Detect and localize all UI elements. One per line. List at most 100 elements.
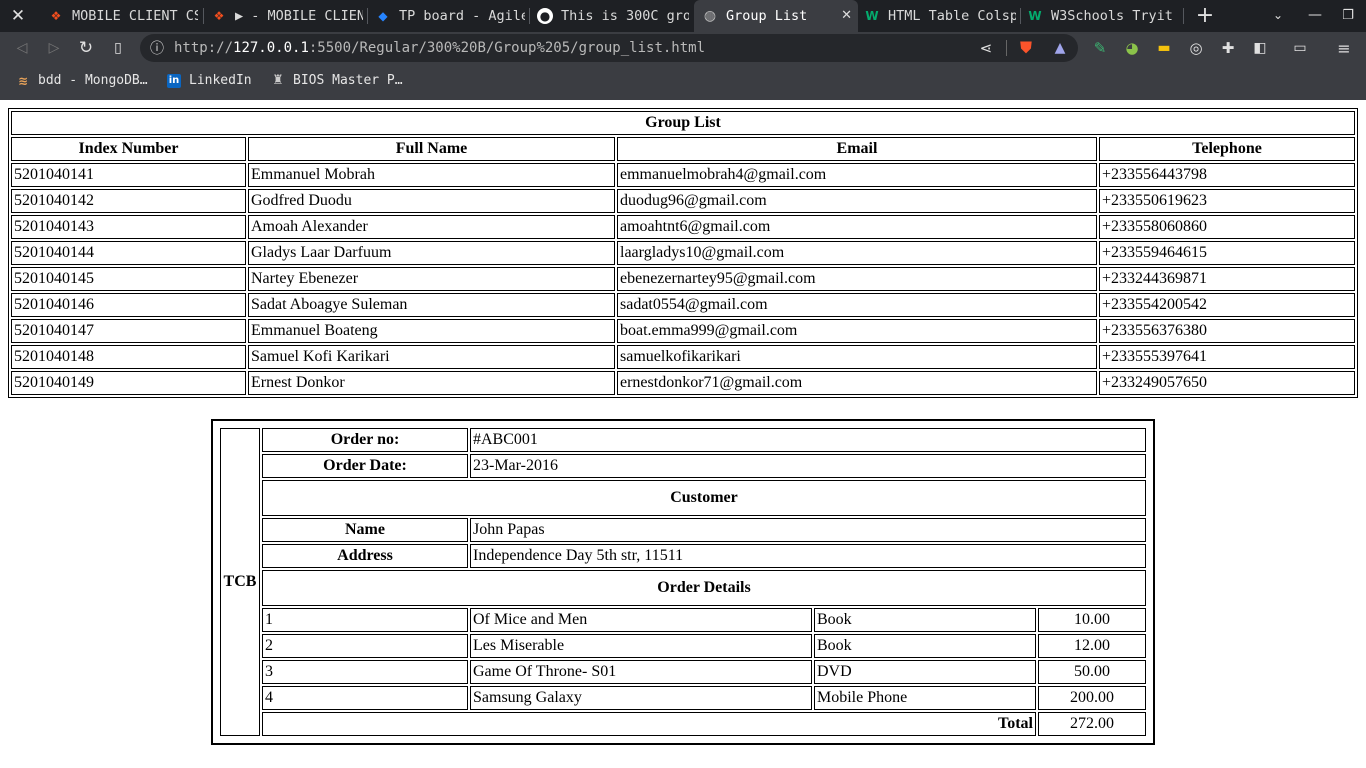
cell-name: Sadat Aboagye Suleman xyxy=(248,293,615,317)
url-path: :5500/Regular/300%20B/Group%205/group_li… xyxy=(308,40,706,56)
bookmark-bios-master[interactable]: ♜ BIOS Master P… xyxy=(271,73,403,88)
order-date-value: 23-Mar-2016 xyxy=(470,454,1146,478)
new-tab-icon[interactable]: + xyxy=(1194,3,1216,28)
tab-mobile-client-1[interactable]: ❖ MOBILE CLIENT CS xyxy=(48,0,198,32)
forward-icon[interactable]: ▷ xyxy=(44,38,64,58)
extension-folder-icon[interactable]: ▬ xyxy=(1154,38,1174,58)
bookmark-label: bdd - MongoDB… xyxy=(38,73,148,88)
group-list-table: Group List Index Number Full Name Email … xyxy=(8,108,1358,398)
figma-icon: ❖ xyxy=(213,9,225,23)
header-telephone: Telephone xyxy=(1099,137,1355,161)
info-icon[interactable]: ⓘ xyxy=(148,39,166,57)
linkedin-icon: in xyxy=(167,73,181,88)
table-row: 5201040144 Gladys Laar Darfuum laarglady… xyxy=(11,241,1355,265)
close-window-icon[interactable]: ✕ xyxy=(8,6,28,26)
tab-group-list[interactable]: ◍ Group List ✕ xyxy=(694,0,858,32)
cell-index: 5201040146 xyxy=(11,293,246,317)
tab-label: ▶ - MOBILE CLIEN xyxy=(235,8,363,24)
tab-label: TP board - Agile xyxy=(399,8,525,24)
tab-mobile-client-2[interactable]: ❖ ▶ - MOBILE CLIEN xyxy=(211,0,363,32)
chevron-down-icon[interactable]: ⌄ xyxy=(1268,5,1288,25)
cell-phone: +233244369871 xyxy=(1099,267,1355,291)
item-type: DVD xyxy=(814,660,1036,684)
cell-email: duodug96@gmail.com xyxy=(617,189,1097,213)
tab-tp-board[interactable]: ◆ TP board - Agile xyxy=(375,0,525,32)
item-title: Game Of Throne- S01 xyxy=(470,660,812,684)
close-tab-icon[interactable]: ✕ xyxy=(841,8,852,23)
order-item-row: 1 Of Mice and Men Book 10.00 xyxy=(220,608,1146,632)
total-label: Total xyxy=(262,712,1036,736)
jira-icon: ◆ xyxy=(378,9,388,23)
item-price: 200.00 xyxy=(1038,686,1146,710)
item-number: 2 xyxy=(262,634,468,658)
cell-index: 5201040143 xyxy=(11,215,246,239)
extension-target-icon[interactable]: ◎ xyxy=(1186,38,1206,58)
tab-w3schools-tryit[interactable]: W W3Schools Tryit xyxy=(1027,0,1179,32)
mongodb-icon: ≋ xyxy=(17,73,29,88)
pen-icon[interactable]: ✎ xyxy=(1090,38,1110,58)
cell-phone: +233559464615 xyxy=(1099,241,1355,265)
header-index-number: Index Number xyxy=(11,137,246,161)
item-number: 3 xyxy=(262,660,468,684)
puzzle-icon[interactable]: ✚ xyxy=(1218,38,1238,58)
cell-phone: +233249057650 xyxy=(1099,371,1355,395)
bookmark-label: BIOS Master P… xyxy=(293,73,403,88)
bookmark-linkedin[interactable]: in LinkedIn xyxy=(167,73,252,88)
cell-email: ernestdonkor71@gmail.com xyxy=(617,371,1097,395)
minimize-icon[interactable]: — xyxy=(1305,5,1325,25)
tab-label: HTML Table Colsp xyxy=(888,8,1016,24)
item-title: Samsung Galaxy xyxy=(470,686,812,710)
menu-icon[interactable]: ≡ xyxy=(1334,38,1354,58)
cell-email: laargladys10@gmail.com xyxy=(617,241,1097,265)
url-prefix: http:// xyxy=(174,40,234,56)
cell-name: Gladys Laar Darfuum xyxy=(248,241,615,265)
table-header-row: Index Number Full Name Email Telephone xyxy=(11,137,1355,161)
share-icon[interactable]: ⋖ xyxy=(976,38,996,58)
order-table: TCB Order no: #ABC001 Order Date: 23-Mar… xyxy=(211,419,1155,745)
sidebar-icon[interactable]: ◧ xyxy=(1250,38,1270,58)
table-row: 5201040143 Amoah Alexander amoahtnt6@gma… xyxy=(11,215,1355,239)
item-price: 12.00 xyxy=(1038,634,1146,658)
cell-index: 5201040147 xyxy=(11,319,246,343)
bookmark-icon[interactable]: ▯ xyxy=(108,38,128,58)
brave-rewards-icon[interactable]: ▲ xyxy=(1050,38,1070,58)
tab-label: Group List xyxy=(726,8,808,24)
cell-name: Emmanuel Boateng xyxy=(248,319,615,343)
wallet-icon[interactable]: ▭ xyxy=(1290,38,1310,58)
item-title: Les Miserable xyxy=(470,634,812,658)
address-label: Address xyxy=(262,544,468,568)
reload-icon[interactable]: ↻ xyxy=(76,38,96,58)
tab-html-table-colspan[interactable]: W HTML Table Colsp xyxy=(864,0,1016,32)
figma-icon: ❖ xyxy=(50,9,62,23)
cell-phone: +233556443798 xyxy=(1099,163,1355,187)
cell-index: 5201040142 xyxy=(11,189,246,213)
cell-index: 5201040145 xyxy=(11,267,246,291)
back-icon[interactable]: ◁ xyxy=(12,38,32,58)
cell-phone: +233554200542 xyxy=(1099,293,1355,317)
tab-separator xyxy=(529,8,530,24)
tab-github[interactable]: ● This is 300C gro xyxy=(537,0,689,32)
globe-icon: ◍ xyxy=(703,8,717,24)
brave-shields-icon[interactable]: ⛊ xyxy=(1016,38,1036,58)
tab-separator xyxy=(203,8,204,24)
bios-icon: ♜ xyxy=(272,73,284,88)
bookmark-mongodb[interactable]: ≋ bdd - MongoDB… xyxy=(16,73,148,88)
address-bar[interactable]: ⓘ http://127.0.0.1:5500/Regular/300%20B/… xyxy=(140,34,1078,62)
table-row: 5201040147 Emmanuel Boateng boat.emma999… xyxy=(11,319,1355,343)
cell-index: 5201040141 xyxy=(11,163,246,187)
tcb-label: TCB xyxy=(220,428,260,736)
maximize-icon[interactable]: ❐ xyxy=(1338,5,1358,25)
item-type: Book xyxy=(814,608,1036,632)
item-type: Book xyxy=(814,634,1036,658)
item-number: 4 xyxy=(262,686,468,710)
group-list-title: Group List xyxy=(11,111,1355,135)
github-icon: ● xyxy=(537,8,553,24)
extension-green-icon[interactable]: ◕ xyxy=(1122,38,1142,58)
item-title: Of Mice and Men xyxy=(470,608,812,632)
bookmarks-bar: ≋ bdd - MongoDB… in LinkedIn ♜ BIOS Mast… xyxy=(0,64,1366,100)
address-value: Independence Day 5th str, 11511 xyxy=(470,544,1146,568)
tab-label: W3Schools Tryit xyxy=(1051,8,1173,24)
cell-email: samuelkofikarikari xyxy=(617,345,1097,369)
total-value: 272.00 xyxy=(1038,712,1146,736)
tab-bar: ✕ ❖ MOBILE CLIENT CS ❖ ▶ - MOBILE CLIEN … xyxy=(0,0,1366,32)
